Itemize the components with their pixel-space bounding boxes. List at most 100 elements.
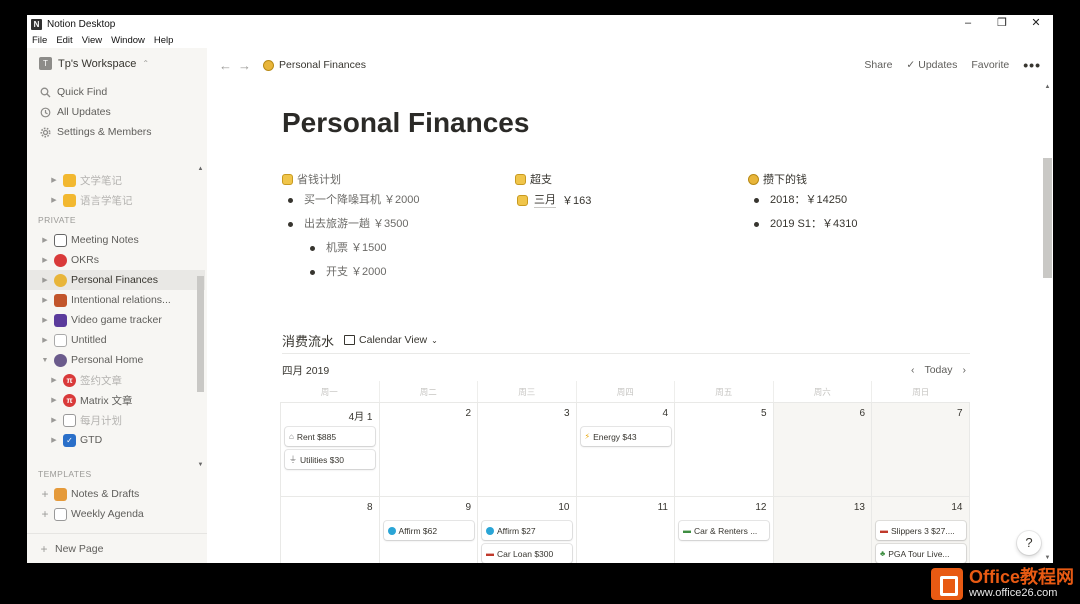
menu-edit[interactable]: Edit: [56, 35, 72, 46]
triangle-down-icon[interactable]: ▼: [40, 357, 50, 364]
sidebar-item-intentional-relations[interactable]: ▶ Intentional relations...: [27, 290, 205, 310]
breadcrumb-label: Personal Finances: [279, 59, 366, 71]
calendar-card[interactable]: ▬ Car Loan $300: [482, 544, 572, 563]
main-scrollbar[interactable]: ▲ ▼: [1042, 82, 1053, 563]
sidebar-item-meeting-notes[interactable]: ▶ Meeting Notes: [27, 230, 205, 250]
sidebar-scroll-thumb[interactable]: [197, 276, 204, 392]
menu-file[interactable]: File: [32, 35, 47, 46]
main-scroll-thumb[interactable]: [1043, 158, 1052, 278]
menu-window[interactable]: Window: [111, 35, 145, 46]
breadcrumb[interactable]: Personal Finances: [263, 59, 366, 71]
calendar-day-cell[interactable]: 7: [871, 403, 970, 496]
list-item[interactable]: 2019 S1：￥4310: [748, 212, 857, 236]
calendar-card[interactable]: ⚡ Energy $43: [580, 427, 671, 446]
sidebar-item-literature-notes[interactable]: ▶ 文学笔记: [27, 170, 205, 190]
favorite-button[interactable]: Favorite: [971, 59, 1009, 71]
list-item[interactable]: 出去旅游一趟 ￥3500: [282, 212, 420, 236]
page-title[interactable]: Personal Finances: [282, 107, 529, 139]
minimize-button[interactable]: –: [951, 15, 985, 33]
settings-members-item[interactable]: Settings & Members: [39, 126, 152, 138]
calendar-day-cell[interactable]: 5: [674, 403, 773, 496]
calendar-title[interactable]: 消费流水: [282, 331, 334, 350]
sidebar-item-video-game-tracker[interactable]: ▶ Video game tracker: [27, 310, 205, 330]
calendar-card[interactable]: Affirm $62: [383, 521, 474, 540]
triangle-right-icon[interactable]: ▶: [49, 176, 59, 184]
sidebar-item-monthly-plan[interactable]: ▶ 每月计划: [27, 410, 205, 430]
sidebar-item-okrs[interactable]: ▶ OKRs: [27, 250, 205, 270]
calendar-card[interactable]: Affirm $27: [482, 521, 572, 540]
march-page-link[interactable]: 三月 ￥163: [517, 188, 591, 212]
calendar-day-cell[interactable]: 14 ▬ Slippers 3 $27.... ♣ PGA Tour Live.…: [871, 497, 970, 563]
sidebar-item-untitled[interactable]: ▶ Untitled: [27, 330, 205, 350]
savings-plan-heading[interactable]: 省钱计划: [282, 170, 420, 188]
sidebar-scrollbar[interactable]: ▲ ▼: [197, 148, 204, 468]
calendar-day-cell[interactable]: 6: [772, 403, 871, 496]
sidebar-item-personal-finances[interactable]: ▶ Personal Finances: [27, 270, 205, 290]
calendar-day-cell[interactable]: 10 Affirm $27 ▬ Car Loan $300: [477, 497, 576, 563]
list-item[interactable]: 开支 ￥2000: [282, 260, 420, 284]
triangle-right-icon[interactable]: ▶: [40, 236, 50, 244]
sidebar-item-signed-articles[interactable]: ▶ π 签约文章: [27, 370, 205, 390]
triangle-right-icon[interactable]: ▶: [49, 396, 59, 404]
triangle-right-icon[interactable]: ▶: [40, 296, 50, 304]
calendar-day-cell[interactable]: 13: [772, 497, 871, 563]
calendar-card[interactable]: ⏚ Utilities $30: [285, 450, 375, 469]
sidebar-item-weekly-agenda[interactable]: + Weekly Agenda: [27, 504, 205, 524]
sidebar-item-notes-drafts[interactable]: + Notes & Drafts: [27, 484, 205, 504]
list-item[interactable]: 机票 ￥1500: [282, 236, 420, 260]
triangle-right-icon[interactable]: ▶: [49, 376, 59, 384]
triangle-right-icon[interactable]: ▶: [40, 316, 50, 324]
view-switcher-button[interactable]: Calendar View ⌄: [344, 334, 438, 346]
calendar-day-cell[interactable]: 8: [280, 497, 379, 563]
more-options-icon[interactable]: •••: [1023, 57, 1041, 73]
triangle-right-icon[interactable]: ▶: [40, 336, 50, 344]
calendar-card[interactable]: ▬ Car & Renters ...: [679, 521, 769, 540]
calendar-day-cell[interactable]: 11: [575, 497, 675, 563]
menu-help[interactable]: Help: [154, 35, 174, 46]
today-button[interactable]: Today: [924, 364, 952, 376]
calendar-day-cell[interactable]: 3: [477, 403, 576, 496]
triangle-right-icon[interactable]: ▶: [49, 196, 59, 204]
plus-icon[interactable]: +: [40, 507, 50, 521]
saved-money-heading[interactable]: 攒下的钱: [748, 170, 857, 188]
chevron-right-icon[interactable]: ›: [963, 364, 967, 376]
sidebar-item-personal-home[interactable]: ▼ Personal Home: [27, 350, 205, 370]
close-button[interactable]: ✕: [1019, 15, 1053, 33]
calendar-day-cell[interactable]: 4 ⚡ Energy $43: [575, 403, 675, 496]
all-updates-item[interactable]: All Updates: [39, 106, 111, 118]
quick-find-item[interactable]: Quick Find: [39, 86, 107, 98]
calendar-day-cell[interactable]: 4月 1 ⌂ Rent $885 ⏚ Utilities $30: [280, 403, 379, 496]
calendar-card[interactable]: ⌂ Rent $885: [285, 427, 375, 446]
help-button[interactable]: ?: [1017, 531, 1041, 555]
sidebar-item-matrix-articles[interactable]: ▶ π Matrix 文章: [27, 390, 205, 410]
updates-button[interactable]: ✓ Updates: [906, 59, 957, 71]
list-item[interactable]: 买一个降噪耳机 ￥2000: [282, 188, 420, 212]
forward-arrow-icon[interactable]: →: [238, 58, 251, 73]
calendar-day-cell[interactable]: 12 ▬ Car & Renters ...: [674, 497, 773, 563]
menu-view[interactable]: View: [82, 35, 102, 46]
calendar-card[interactable]: ♣ PGA Tour Live...: [876, 544, 966, 563]
workspace-name: Tp's Workspace: [58, 57, 137, 70]
chevron-left-icon[interactable]: ‹: [911, 364, 915, 376]
scroll-up-icon[interactable]: ▲: [1042, 84, 1053, 90]
workspace-switcher[interactable]: T Tp's Workspace ⌃: [39, 57, 149, 70]
share-button[interactable]: Share: [864, 59, 892, 71]
triangle-right-icon[interactable]: ▶: [40, 256, 50, 264]
scroll-up-icon[interactable]: ▲: [197, 166, 204, 172]
calendar-day-cell[interactable]: 2: [378, 403, 478, 496]
sidebar-item-gtd[interactable]: ▶ ✓ GTD: [27, 430, 205, 450]
maximize-button[interactable]: ❐: [985, 15, 1019, 33]
back-arrow-icon[interactable]: ←: [219, 58, 232, 73]
triangle-right-icon[interactable]: ▶: [49, 436, 59, 444]
list-item[interactable]: 2018：￥14250: [748, 188, 857, 212]
overspend-heading[interactable]: 超支: [515, 170, 591, 188]
sidebar-item-linguistics-notes[interactable]: ▶ 语言学笔记: [27, 190, 205, 210]
calendar-card[interactable]: ▬ Slippers 3 $27....: [876, 521, 966, 540]
triangle-right-icon[interactable]: ▶: [49, 416, 59, 424]
plus-icon[interactable]: +: [40, 487, 50, 501]
calendar-day-cell[interactable]: 9 Affirm $62: [378, 497, 478, 563]
triangle-right-icon[interactable]: ▶: [40, 276, 50, 284]
scroll-down-icon[interactable]: ▼: [1042, 555, 1053, 561]
new-page-button[interactable]: + New Page: [27, 533, 207, 563]
scroll-down-icon[interactable]: ▼: [197, 462, 204, 468]
